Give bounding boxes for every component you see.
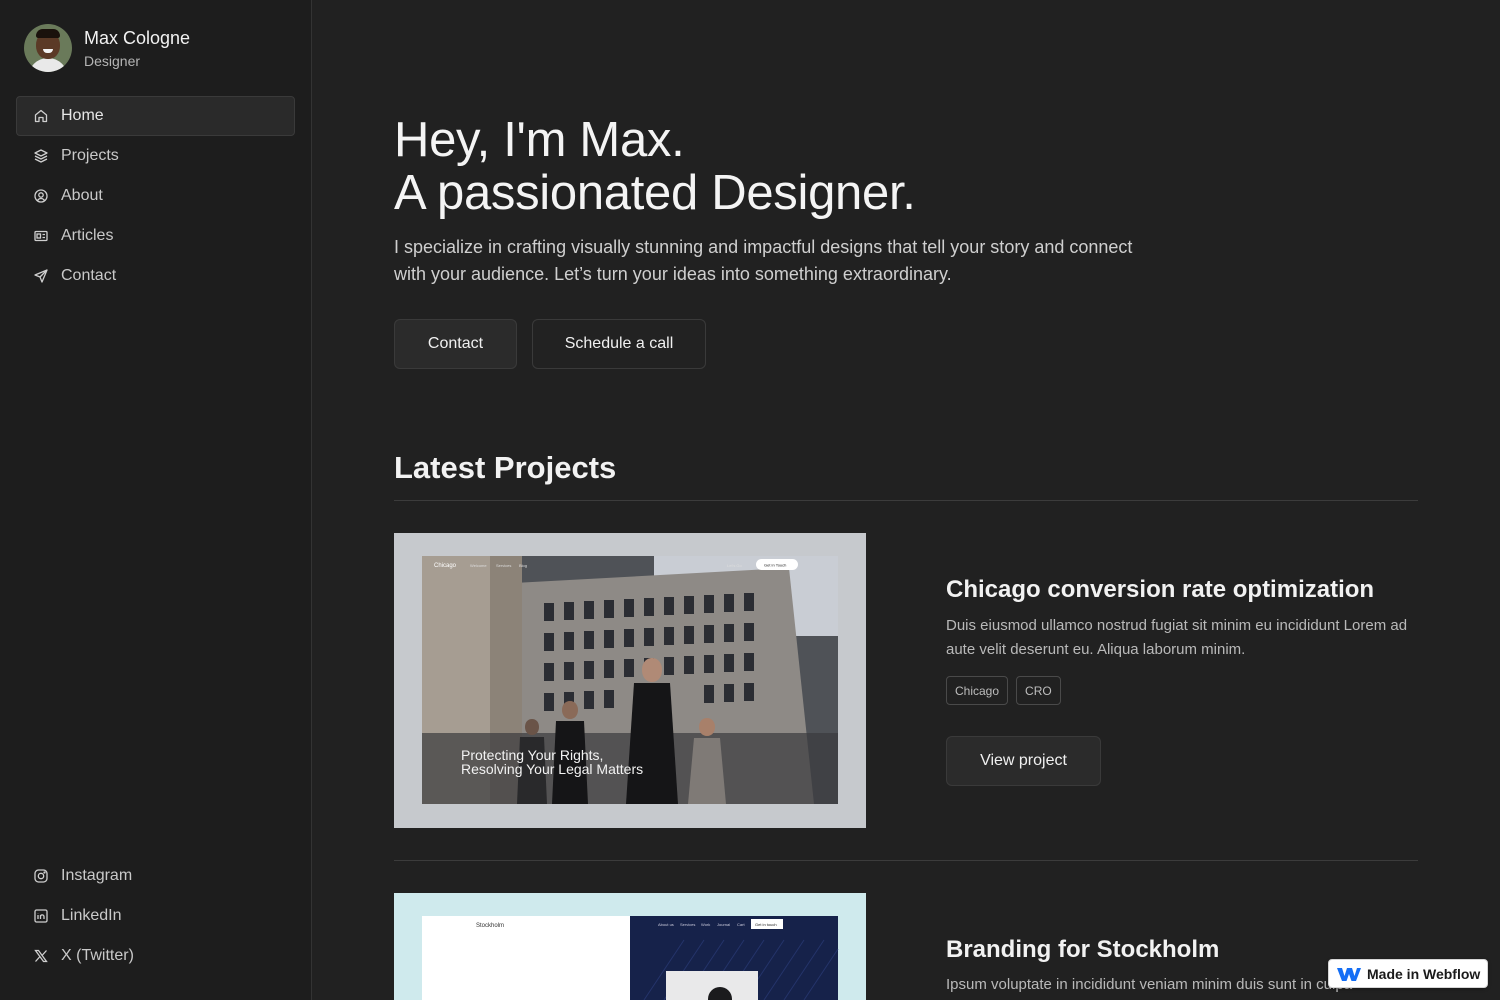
thumb-nav-item: Welcome [470, 563, 487, 568]
nav-label: About [61, 187, 103, 204]
thumb-nav-item: Services [680, 922, 695, 927]
project-thumbnail-stockholm[interactable]: Stockholm About us Services Work Journal… [394, 893, 866, 1000]
send-icon [34, 269, 48, 283]
project-tags: Chicago CRO [946, 676, 1061, 705]
project-thumbnail-chicago[interactable]: Chicago Welcome Services Blog Let's Go G… [394, 533, 866, 828]
webflow-logo-icon [1337, 967, 1361, 981]
linkedin-icon [34, 909, 48, 923]
profile: Max Cologne Designer [24, 24, 190, 72]
thumb-brand: Stockholm [476, 923, 504, 929]
hero-title-line1: Hey, I'm Max. [394, 113, 685, 167]
social-label: LinkedIn [61, 907, 122, 924]
layers-icon [34, 149, 48, 163]
hero-title: Hey, I'm Max. A passionated Designer. [394, 114, 916, 220]
social-label: Instagram [61, 867, 133, 884]
project-title: Chicago conversion rate optimization [946, 576, 1375, 603]
thumb-cta: Get in touch [755, 922, 777, 927]
nav-label: Projects [61, 147, 119, 164]
profile-role: Designer [84, 52, 141, 69]
thumb-cta: Get in Touch [764, 563, 786, 568]
home-icon [34, 109, 48, 123]
project-description: Ipsum voluptate in incididunt veniam min… [946, 976, 1353, 993]
tag: Chicago [946, 676, 1009, 705]
nav-item-articles[interactable]: Articles [16, 216, 295, 256]
sidebar: Max Cologne Designer Home Projects About… [0, 0, 312, 1000]
social-links: Instagram LinkedIn X (Twitter) [16, 856, 295, 976]
newspaper-icon [34, 230, 48, 242]
nav-item-home[interactable]: Home [16, 96, 295, 136]
thumb-nav-item: Work [701, 922, 710, 927]
tag: CRO [1016, 676, 1061, 705]
section-title: Latest Projects [394, 450, 617, 485]
hero-description: I specialize in crafting visually stunni… [394, 237, 1133, 284]
nav-label: Contact [61, 267, 117, 284]
made-in-webflow-badge[interactable]: Made in Webflow [1328, 959, 1488, 988]
divider [394, 860, 1418, 861]
nav-label: Articles [61, 227, 114, 244]
project-description: Duis eiusmod ullamco nostrud fugiat sit … [946, 617, 1408, 658]
thumb-nav-item: Journal [717, 922, 730, 927]
thumb-nav-item: Let's Go [727, 563, 743, 568]
nav-item-about[interactable]: About [16, 176, 295, 216]
webflow-badge-label: Made in Webflow [1367, 965, 1481, 982]
main-nav: Home Projects About Articles Contact [16, 96, 295, 296]
thumb-nav-item: Services [496, 563, 511, 568]
profile-name: Max Cologne [84, 27, 191, 48]
divider [394, 500, 1418, 501]
instagram-icon [34, 869, 48, 883]
nav-label: Home [61, 107, 104, 124]
social-linkedin[interactable]: LinkedIn [16, 896, 295, 936]
thumb-nav-item: Blog [519, 563, 527, 568]
contact-button[interactable]: Contact [394, 319, 517, 369]
avatar [24, 24, 72, 72]
project-title: Branding for Stockholm [946, 936, 1220, 963]
nav-item-contact[interactable]: Contact [16, 256, 295, 296]
x-twitter-icon [34, 949, 48, 963]
thumb-brand: Chicago [434, 563, 457, 569]
view-project-button[interactable]: View project [946, 736, 1101, 786]
thumb-headline-2: Resolving Your Legal Matters [461, 761, 643, 777]
schedule-call-button[interactable]: Schedule a call [532, 319, 706, 369]
social-label: X (Twitter) [61, 947, 134, 964]
thumb-nav-item: About us [658, 922, 674, 927]
social-x-twitter[interactable]: X (Twitter) [16, 936, 295, 976]
thumb-nav-item: Cart [737, 922, 745, 927]
nav-item-projects[interactable]: Projects [16, 136, 295, 176]
social-instagram[interactable]: Instagram [16, 856, 295, 896]
user-circle-icon [34, 189, 48, 203]
hero-title-line2: A passionated Designer. [394, 166, 916, 220]
